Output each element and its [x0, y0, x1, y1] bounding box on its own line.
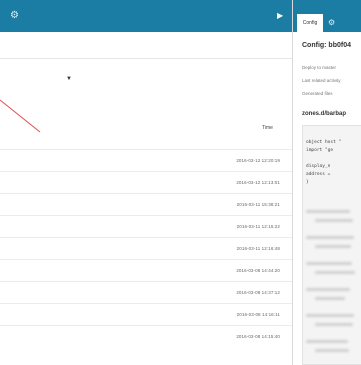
- timestamp: 2016-03-11 12:15:22: [236, 224, 280, 229]
- top-bar: ⚙ ▶: [0, 0, 292, 32]
- blurred-line: [306, 314, 354, 317]
- timestamp: 2016-03-11 15:38:21: [236, 202, 280, 207]
- config-info-line: Deploy to master: [302, 65, 337, 70]
- divider: [0, 58, 292, 59]
- blurred-line: [315, 245, 351, 248]
- blurred-line: [306, 340, 348, 343]
- gear-icon[interactable]: ⚙: [328, 18, 338, 28]
- config-title: Config: bb0f04: [302, 42, 351, 49]
- blurred-line: [315, 219, 353, 222]
- file-section-title[interactable]: zones.d/barbap: [302, 111, 346, 117]
- table-row[interactable]: 2016-03-11 12:16:48: [0, 237, 292, 259]
- code-line: object host ": [306, 140, 342, 145]
- timestamp: 2016-03-08 14:16:11: [236, 312, 280, 317]
- table-row[interactable]: 2016-03-11 15:38:21: [0, 193, 292, 215]
- timestamp: 2016-03-12 12:20:19: [236, 158, 280, 163]
- blurred-line: [315, 349, 349, 352]
- collapse-arrow-icon[interactable]: ▶: [277, 11, 287, 21]
- config-sidebar: Config ⚙ Config: bb0f04 Deploy to master…: [292, 0, 361, 365]
- timestamp: 2016-03-08 14:15:40: [236, 334, 280, 339]
- table-row[interactable]: 2016-03-12 12:13:01: [0, 171, 292, 193]
- code-block: object host " import "ge display_n addre…: [302, 125, 361, 365]
- timestamp: 2016-03-12 12:13:01: [236, 180, 280, 185]
- config-info-line: Generated files: [302, 91, 333, 96]
- column-header-time[interactable]: Time: [262, 125, 273, 131]
- blurred-line: [315, 271, 355, 274]
- config-info-line: Last related activity: [302, 78, 341, 83]
- table-row[interactable]: 2016-03-08 14:37:12: [0, 281, 292, 303]
- code-line: }: [306, 180, 309, 185]
- main-panel: ▼ Time 2016-03-12 12:20:19 2016-03-12 12…: [0, 32, 292, 365]
- code-line: display_n: [306, 164, 331, 169]
- blurred-line: [306, 288, 350, 291]
- table-row[interactable]: 2016-03-08 14:44:20: [0, 259, 292, 281]
- table-row[interactable]: 2016-03-12 12:20:19: [0, 149, 292, 171]
- blurred-line: [315, 297, 345, 300]
- tab-config[interactable]: Config: [297, 14, 323, 32]
- table-row[interactable]: 2016-03-08 14:16:11: [0, 303, 292, 325]
- table-row[interactable]: 2016-03-11 12:15:22: [0, 215, 292, 237]
- blurred-line: [306, 210, 350, 213]
- blurred-line: [306, 236, 354, 239]
- gear-icon[interactable]: ⚙: [10, 11, 20, 21]
- blurred-line: [315, 323, 353, 326]
- table-row[interactable]: 2016-03-08 14:15:40: [0, 325, 292, 347]
- timestamp: 2016-03-08 14:37:12: [236, 290, 280, 295]
- timestamp: 2016-03-08 14:44:20: [236, 268, 280, 273]
- sidebar-tabs: Config ⚙: [293, 0, 361, 32]
- chart-marker: ▼: [66, 76, 72, 82]
- blurred-line: [306, 262, 352, 265]
- timestamp: 2016-03-11 12:16:48: [236, 246, 280, 251]
- code-line: address =: [306, 172, 331, 177]
- code-line: import "ge: [306, 148, 334, 153]
- chart-line: [0, 99, 41, 133]
